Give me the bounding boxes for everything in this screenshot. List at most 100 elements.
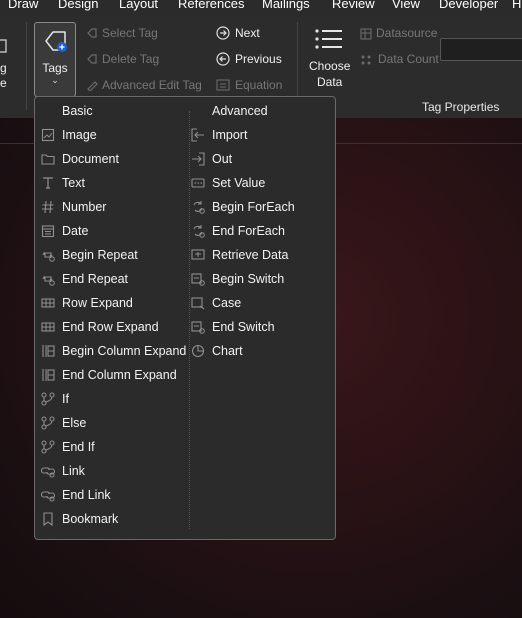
- choose-data-label-1[interactable]: Choose: [309, 59, 350, 73]
- menu-item-label: Bookmark: [62, 512, 119, 526]
- menu-layout[interactable]: Layout: [119, 0, 158, 11]
- column-icon: [42, 345, 55, 357]
- menu-item-date[interactable]: Date: [35, 220, 185, 242]
- choose-data-label-2[interactable]: Data: [317, 75, 342, 89]
- menu-references[interactable]: References: [178, 0, 244, 11]
- tags-button[interactable]: Tags ⌄: [34, 22, 76, 97]
- partial-label-1[interactable]: g: [0, 61, 7, 75]
- menu-item-label: Link: [62, 464, 85, 478]
- menu-item-label: Else: [62, 416, 87, 430]
- menu-help[interactable]: H: [512, 0, 521, 11]
- menu-item-end-row-expand[interactable]: End Row Expand: [35, 316, 185, 338]
- menu-item-retrieve-data[interactable]: Retrieve Data: [185, 244, 335, 266]
- menu-item-label: Begin Repeat: [62, 248, 138, 262]
- delete-tag-button[interactable]: Delete Tag: [102, 52, 159, 66]
- hash-icon: [42, 200, 54, 214]
- menu-item-label: If: [62, 392, 69, 406]
- menu-item-label: Document: [62, 152, 119, 166]
- menu-item-import[interactable]: Import: [185, 124, 335, 146]
- calendar-icon: [41, 225, 55, 238]
- branch-icon: [41, 392, 55, 406]
- out-icon: [192, 152, 205, 166]
- menu-item-set-value[interactable]: Set Value: [185, 172, 335, 194]
- menu-developer[interactable]: Developer: [439, 0, 498, 11]
- data-count-label: Data Count: [378, 52, 439, 66]
- delete-tag-icon: [87, 54, 97, 64]
- text-icon: [43, 177, 53, 189]
- menu-item-begin-repeat[interactable]: Begin Repeat: [35, 244, 185, 266]
- datasource-input[interactable]: [440, 38, 522, 61]
- menu-view[interactable]: View: [392, 0, 420, 11]
- menu-item-row-expand[interactable]: Row Expand: [35, 292, 185, 314]
- menu-item-label: End ForEach: [212, 224, 285, 238]
- menu-item-end-column-expand[interactable]: End Column Expand: [35, 364, 185, 386]
- next-icon: [216, 26, 230, 40]
- menu-item-label: Import: [212, 128, 248, 142]
- menu-review[interactable]: Review: [332, 0, 375, 11]
- select-tag-button[interactable]: Select Tag: [102, 26, 158, 40]
- datasource-icon: [360, 28, 372, 40]
- menu-item-else[interactable]: Else: [35, 412, 185, 434]
- column-icon: [42, 369, 55, 381]
- menu-item-label: End Link: [62, 488, 111, 502]
- branch-icon: [41, 440, 55, 454]
- menu-item-out[interactable]: Out: [185, 148, 335, 170]
- tag-add-icon: [45, 31, 67, 52]
- set-value-icon: [191, 178, 205, 188]
- menu-item-end-if[interactable]: End If: [35, 436, 185, 458]
- tags-dropdown: Basic Advanced Image Document Text Number Da…: [34, 96, 336, 540]
- chart-icon: [191, 344, 205, 358]
- group-label-tag-properties: Tag Properties: [422, 100, 500, 114]
- menu-item-begin-foreach[interactable]: Begin ForEach: [185, 196, 335, 218]
- equation-button[interactable]: Equation: [235, 78, 282, 92]
- menu-item-label: Image: [62, 128, 97, 142]
- repeat-icon: [42, 275, 55, 286]
- menu-item-label: Begin Column Expand: [62, 344, 187, 358]
- menu-item-document[interactable]: Document: [35, 148, 185, 170]
- menu-item-end-switch[interactable]: End Switch: [185, 316, 335, 338]
- row-icon: [41, 298, 55, 308]
- repeat-icon: [42, 251, 55, 262]
- next-button[interactable]: Next: [235, 26, 260, 40]
- menu-item-image[interactable]: Image: [35, 124, 185, 146]
- menu-item-bookmark[interactable]: Bookmark: [35, 508, 185, 530]
- list-icon: [315, 29, 342, 49]
- data-count-icon: [361, 55, 371, 65]
- menu-mailings[interactable]: Mailings: [262, 0, 310, 11]
- case-icon: [191, 297, 205, 310]
- menu-item-end-foreach[interactable]: End ForEach: [185, 220, 335, 242]
- menu-item-label: Row Expand: [62, 296, 133, 310]
- menu-draw[interactable]: Draw: [8, 0, 38, 11]
- chevron-down-icon: ⌄: [51, 75, 59, 85]
- menu-item-text[interactable]: Text: [35, 172, 185, 194]
- folder-icon: [41, 154, 55, 165]
- menu-item-end-link[interactable]: End Link: [35, 484, 185, 506]
- previous-button[interactable]: Previous: [235, 52, 282, 66]
- menu-item-label: Number: [62, 200, 107, 214]
- menu-item-number[interactable]: Number: [35, 196, 185, 218]
- menu-item-label: End If: [62, 440, 95, 454]
- import-icon: [191, 128, 204, 142]
- advanced-header: Advanced: [212, 104, 268, 118]
- menu-design[interactable]: Design: [58, 0, 98, 11]
- select-tag-icon: [87, 28, 97, 38]
- menu-item-chart[interactable]: Chart: [185, 340, 335, 362]
- partial-label-2[interactable]: e: [0, 76, 7, 90]
- menu-item-link[interactable]: Link: [35, 460, 185, 482]
- menu-item-label: Case: [212, 296, 242, 310]
- datasource-label: Datasource: [376, 26, 438, 40]
- menu-item-label: Text: [62, 176, 85, 190]
- basic-header: Basic: [62, 104, 93, 118]
- menu-item-begin-switch[interactable]: Begin Switch: [185, 268, 335, 290]
- menu-item-label: Out: [212, 152, 233, 166]
- menu-item-case[interactable]: Case: [185, 292, 335, 314]
- menu-item-if[interactable]: If: [35, 388, 185, 410]
- advanced-edit-tag-button[interactable]: Advanced Edit Tag: [102, 78, 202, 92]
- menu-item-end-repeat[interactable]: End Repeat: [35, 268, 185, 290]
- previous-icon: [216, 52, 230, 66]
- menu-item-label: End Row Expand: [62, 320, 159, 334]
- equation-icon: [216, 79, 230, 91]
- menu-item-begin-column-expand[interactable]: Begin Column Expand: [35, 340, 187, 362]
- menu-item-label: Begin Switch: [212, 272, 285, 286]
- menu-item-label: End Switch: [212, 320, 275, 334]
